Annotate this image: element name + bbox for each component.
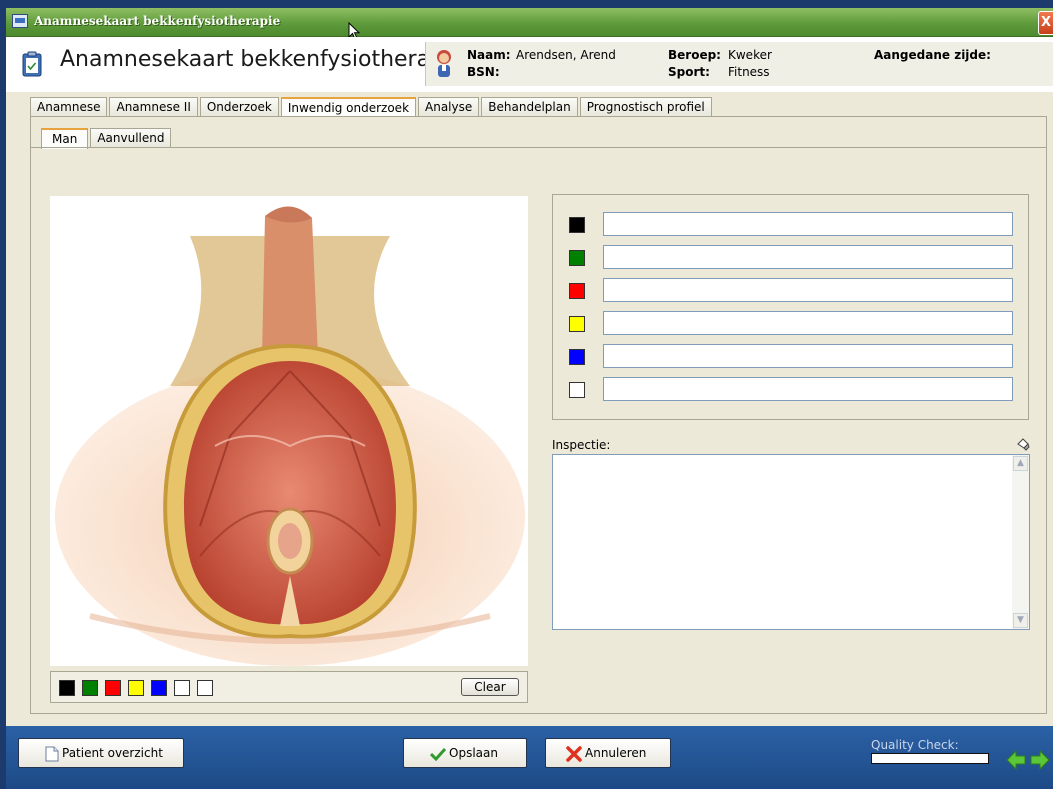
palette-swatch-red[interactable] [105, 680, 121, 696]
tab-behandelplan[interactable]: Behandelplan [481, 97, 578, 117]
quality-check-label: Quality Check: [871, 738, 959, 752]
aangedane-zijde-label: Aangedane zijde: [874, 48, 991, 62]
subtab-content-panel: Clear Inspectie: ▲ ▼ [31, 147, 1046, 706]
palette-swatch-white-2[interactable] [197, 680, 213, 696]
inspectie-label: Inspectie: [552, 438, 611, 452]
quality-check-progress-bar [871, 753, 989, 764]
main-tabs: Anamnese Anamnese II Onderzoek Inwendig … [30, 97, 714, 118]
patient-avatar-icon [437, 50, 451, 77]
legend-color-blue [569, 349, 585, 365]
naam-value: Arendsen, Arend [516, 48, 616, 62]
legend-color-red [569, 283, 585, 299]
patient-info-panel: Naam: Arendsen, Arend BSN: Beroep: Kweke… [425, 42, 1053, 86]
patient-overview-label: Patient overzicht [62, 746, 163, 760]
legend-color-black [569, 217, 585, 233]
bsn-label: BSN: [467, 65, 500, 79]
tab-inwendig-onderzoek[interactable]: Inwendig onderzoek [280, 97, 417, 118]
scroll-down-icon[interactable]: ▼ [1013, 613, 1028, 628]
navigation-arrows [1006, 750, 1050, 770]
scroll-up-icon[interactable]: ▲ [1013, 456, 1028, 471]
footer-bar: Patient overzicht Opslaan Annuleren Qual… [6, 726, 1053, 789]
inspectie-textarea[interactable] [552, 454, 1030, 630]
color-legend-panel [552, 194, 1029, 420]
title-bar[interactable]: Anamnesekaart bekkenfysiotherapie X [6, 8, 1053, 37]
palette-swatch-white[interactable] [174, 680, 190, 696]
legend-input-green[interactable] [603, 245, 1013, 269]
save-button[interactable]: Opslaan [403, 738, 527, 768]
legend-row [569, 278, 1019, 304]
legend-row [569, 344, 1019, 370]
legend-row [569, 212, 1019, 238]
tab-prognostisch-profiel[interactable]: Prognostisch profiel [579, 97, 712, 117]
app-window: Anamnesekaart bekkenfysiotherapie X Anam… [6, 8, 1053, 789]
legend-input-yellow[interactable] [603, 311, 1013, 335]
legend-input-blue[interactable] [603, 344, 1013, 368]
close-button[interactable]: X [1038, 11, 1053, 35]
window-title: Anamnesekaart bekkenfysiotherapie [34, 14, 281, 28]
sport-label: Sport: [668, 65, 710, 79]
legend-color-green [569, 250, 585, 266]
checkmark-icon [430, 747, 446, 761]
back-arrow-icon[interactable] [1006, 750, 1026, 770]
tab-anamnese-ii[interactable]: Anamnese II [109, 97, 198, 117]
eraser-icon[interactable] [1016, 438, 1030, 452]
patient-overview-button[interactable]: Patient overzicht [18, 738, 184, 768]
legend-input-white[interactable] [603, 377, 1013, 401]
tab-analyse[interactable]: Analyse [418, 97, 480, 117]
page-title: Anamnesekaart bekkenfysiotherapie [60, 47, 464, 72]
app-window-icon [12, 14, 28, 28]
palette-swatch-yellow[interactable] [128, 680, 144, 696]
subtab-man[interactable]: Man [41, 128, 89, 149]
cancel-button[interactable]: Annuleren [545, 738, 671, 768]
subtab-aanvullend[interactable]: Aanvullend [90, 128, 172, 148]
legend-color-white [569, 382, 585, 398]
cross-icon [566, 745, 582, 762]
document-icon [45, 746, 59, 761]
naam-label: Naam: [467, 48, 511, 62]
sport-value: Fitness [728, 65, 770, 79]
beroep-label: Beroep: [668, 48, 721, 62]
inspectie-scrollbar[interactable]: ▲ ▼ [1012, 455, 1029, 629]
save-label: Opslaan [449, 746, 498, 760]
tab-anamnese[interactable]: Anamnese [30, 97, 108, 117]
cancel-label: Annuleren [585, 746, 647, 760]
anatomy-drawing-canvas[interactable] [50, 196, 528, 666]
clipboard-icon [22, 51, 42, 77]
legend-row [569, 377, 1019, 403]
palette-swatch-green[interactable] [82, 680, 98, 696]
forward-arrow-icon[interactable] [1030, 750, 1050, 770]
header-bar: Anamnesekaart bekkenfysiotherapie Naam: … [6, 37, 1053, 92]
legend-input-red[interactable] [603, 278, 1013, 302]
drawing-color-palette: Clear [50, 671, 528, 703]
palette-swatch-blue[interactable] [151, 680, 167, 696]
tab-content-panel: Man Aanvullend Clear Inspectie: ▲ ▼ [30, 116, 1047, 714]
beroep-value: Kweker [728, 48, 772, 62]
clear-button[interactable]: Clear [461, 678, 519, 696]
legend-input-black[interactable] [603, 212, 1013, 236]
pelvic-floor-illustration [55, 206, 525, 666]
legend-row [569, 245, 1019, 271]
legend-row [569, 311, 1019, 337]
sub-tabs: Man Aanvullend [41, 128, 173, 149]
tab-onderzoek[interactable]: Onderzoek [199, 97, 279, 117]
legend-color-yellow [569, 316, 585, 332]
palette-swatch-black[interactable] [59, 680, 75, 696]
